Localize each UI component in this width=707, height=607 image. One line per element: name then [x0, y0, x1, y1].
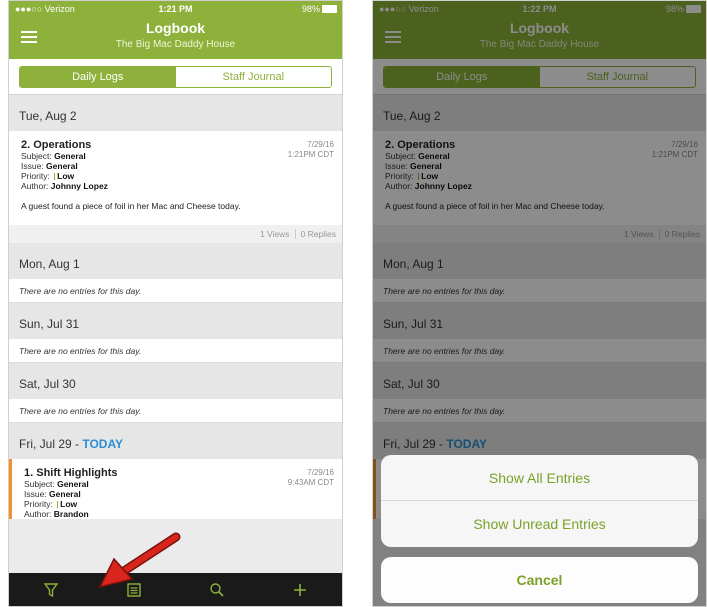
tab-daily-logs[interactable]: Daily Logs [20, 67, 176, 87]
filter-action-sheet: Show All Entries Show Unread Entries [381, 455, 698, 547]
log-entry[interactable]: 1. Shift Highlights 7/29/169:43AM CDT Su… [9, 459, 342, 519]
nav-bar: Logbook The Big Mac Daddy House [9, 17, 342, 59]
battery-icon [322, 5, 337, 13]
log-entry[interactable]: 2. Operations 7/29/16 1:21PM CDT Subject:… [9, 131, 342, 243]
cancel-button[interactable]: Cancel [381, 557, 698, 603]
search-icon [210, 582, 224, 597]
filter-icon [43, 582, 59, 597]
views-count: 1 Views [259, 229, 290, 239]
entry-date: 7/29/16 1:21PM CDT [287, 140, 334, 159]
status-bar: ●●●○○ Verizon 1:21 PM 98% [9, 1, 342, 17]
entry-issue: Issue: General [24, 489, 81, 499]
battery-percent: 98% [301, 4, 320, 14]
empty-day-message: There are no entries for this day. [9, 399, 342, 423]
today-badge: TODAY [82, 437, 124, 451]
entry-date: 7/29/169:43AM CDT [287, 468, 334, 487]
show-unread-entries-button[interactable]: Show Unread Entries [381, 501, 698, 547]
segment-bar: Daily Logs Staff Journal [9, 59, 342, 95]
screen-logbook: ●●●○○ Verizon 1:21 PM 98% Logbook The Bi… [8, 0, 343, 607]
show-all-entries-button[interactable]: Show All Entries [381, 455, 698, 501]
entry-author: Author: Johnny Lopez [21, 181, 108, 191]
screen-logbook-filter-sheet: ●●●○○ Verizon 1:22 PM 98% Logbook The Bi… [372, 0, 707, 607]
log-list: Tue, Aug 2 2. Operations 7/29/16 1:21PM C… [9, 95, 342, 519]
entry-priority: Priority: Low [21, 171, 75, 181]
entry-subject: Subject: General [24, 479, 89, 489]
search-button[interactable] [176, 573, 259, 606]
entry-title: 1. Shift Highlights [24, 467, 118, 479]
day-header: Mon, Aug 1 [9, 243, 342, 279]
empty-day-message: There are no entries for this day. [9, 339, 342, 363]
entry-body: A guest found a piece of foil in her Mac… [21, 201, 241, 211]
page-title: Logbook [145, 20, 206, 36]
entry-author: Author: Brandon [24, 509, 89, 519]
tab-staff-journal[interactable]: Staff Journal [175, 67, 331, 87]
entry-issue: Issue: General [21, 161, 78, 171]
page-subtitle: The Big Mac Daddy House [115, 39, 236, 50]
day-header: Sun, Jul 31 [9, 303, 342, 339]
empty-day-message: There are no entries for this day. [9, 279, 342, 303]
entry-priority: Priority: Low [24, 499, 78, 509]
add-icon [294, 583, 307, 596]
entry-subject: Subject: General [21, 151, 86, 161]
day-header: Fri, Jul 29 - TODAY [9, 423, 342, 459]
day-header: Tue, Aug 2 [9, 95, 342, 131]
add-button[interactable] [259, 573, 342, 606]
segmented-control: Daily Logs Staff Journal [19, 66, 332, 88]
filter-button[interactable] [9, 573, 92, 606]
replies-count[interactable]: 0 Replies [301, 229, 336, 239]
entry-footer: 1 Views 0 Replies [9, 225, 342, 243]
day-header: Sat, Jul 30 [9, 363, 342, 399]
red-arrow-annotation [98, 532, 181, 589]
status-time: 1:21 PM [158, 4, 193, 14]
entry-title: 2. Operations [21, 139, 92, 151]
